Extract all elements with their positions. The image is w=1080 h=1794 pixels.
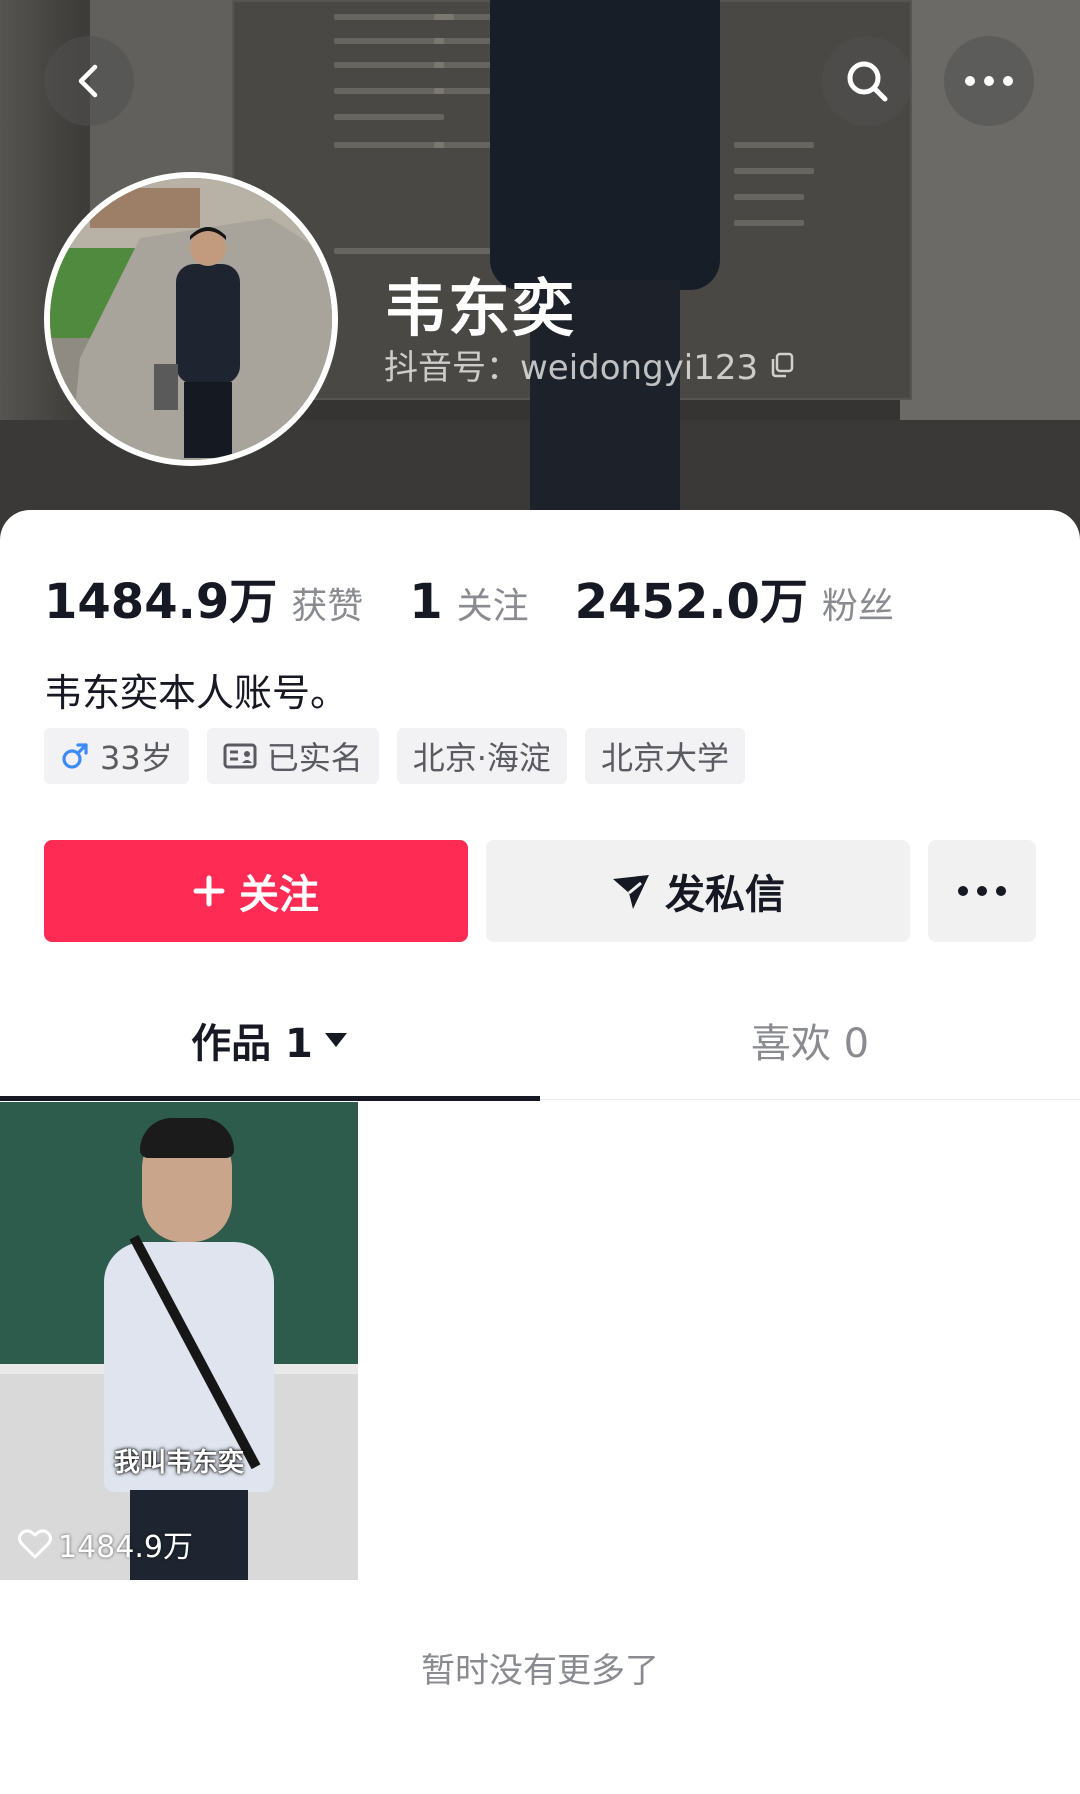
video-likes: 1484.9万 (18, 1522, 193, 1566)
content-tabs: 作品 1 喜欢 0 (0, 980, 1080, 1101)
follow-label: 关注 (239, 872, 319, 918)
search-icon (847, 61, 888, 102)
message-button[interactable]: 发私信 (486, 840, 910, 942)
profile-tags: 33岁 已实名 北京·海淀 北京大学 (44, 728, 745, 784)
tab-likes[interactable]: 喜欢 0 (540, 980, 1080, 1100)
action-buttons: 关注 发私信 (44, 840, 1036, 942)
stat-value: 2452.0万 (574, 574, 808, 630)
profile-handle: 抖音号：weidongyi123 (384, 348, 759, 388)
stat-value: 1484.9万 (44, 574, 278, 630)
tab-indicator (0, 1096, 540, 1101)
more-horizontal-icon (958, 886, 1006, 896)
stat-following[interactable]: 1 关注 (409, 574, 528, 630)
stat-label: 粉丝 (821, 586, 894, 627)
handle-row[interactable]: 抖音号：weidongyi123 (384, 340, 796, 389)
profile-nickname: 韦东奕 (384, 272, 577, 345)
heart-outline-icon (18, 1529, 52, 1559)
video-caption: 我叫韦东奕 (113, 1448, 244, 1478)
stat-label: 获赞 (291, 586, 364, 627)
stat-label: 关注 (456, 586, 529, 627)
back-button[interactable] (44, 36, 134, 126)
male-icon (62, 743, 88, 769)
tag-label: 北京·海淀 (412, 739, 551, 777)
profile-card: 1484.9万 获赞 1 关注 2452.0万 粉丝 韦东奕本人账号。 33岁 (0, 510, 1080, 1794)
avatar-photo (50, 178, 332, 460)
tag-label: 33岁 (100, 739, 173, 777)
tag-label: 北京大学 (600, 739, 729, 777)
avatar[interactable] (44, 172, 338, 466)
stat-followers[interactable]: 2452.0万 粉丝 (575, 562, 894, 632)
tag-school[interactable]: 北京大学 (584, 728, 745, 784)
tab-label: 作品 1 (191, 1021, 313, 1067)
more-options-button[interactable] (944, 36, 1034, 126)
video-thumbnail[interactable]: 我叫韦东奕 1484.9万 (0, 1102, 358, 1580)
chevron-left-icon (78, 64, 98, 98)
stat-value: 1 (409, 574, 443, 630)
plus-icon (193, 875, 225, 907)
message-label: 发私信 (665, 872, 785, 918)
video-likes-count: 1484.9万 (58, 1530, 193, 1565)
copy-icon[interactable] (768, 351, 796, 379)
tag-age: 33岁 (44, 728, 189, 784)
tag-verified[interactable]: 已实名 (206, 728, 379, 784)
tab-works[interactable]: 作品 1 (0, 980, 540, 1100)
id-card-icon (223, 743, 257, 769)
stats-row: 1484.9万 获赞 1 关注 2452.0万 粉丝 (44, 562, 940, 632)
follow-button[interactable]: 关注 (44, 840, 468, 942)
stat-likes[interactable]: 1484.9万 获赞 (44, 562, 363, 632)
no-more-text: 暂时没有更多了 (421, 1651, 659, 1691)
tag-location: 北京·海淀 (396, 728, 567, 784)
more-horizontal-icon (965, 76, 1013, 86)
tag-label: 已实名 (266, 739, 363, 777)
send-icon (613, 875, 649, 909)
tab-label: 喜欢 0 (750, 1021, 870, 1067)
profile-bio: 韦东奕本人账号。 (44, 671, 349, 715)
more-actions-button[interactable] (928, 840, 1036, 942)
search-button[interactable] (822, 36, 912, 126)
caret-down-icon (324, 1033, 347, 1047)
